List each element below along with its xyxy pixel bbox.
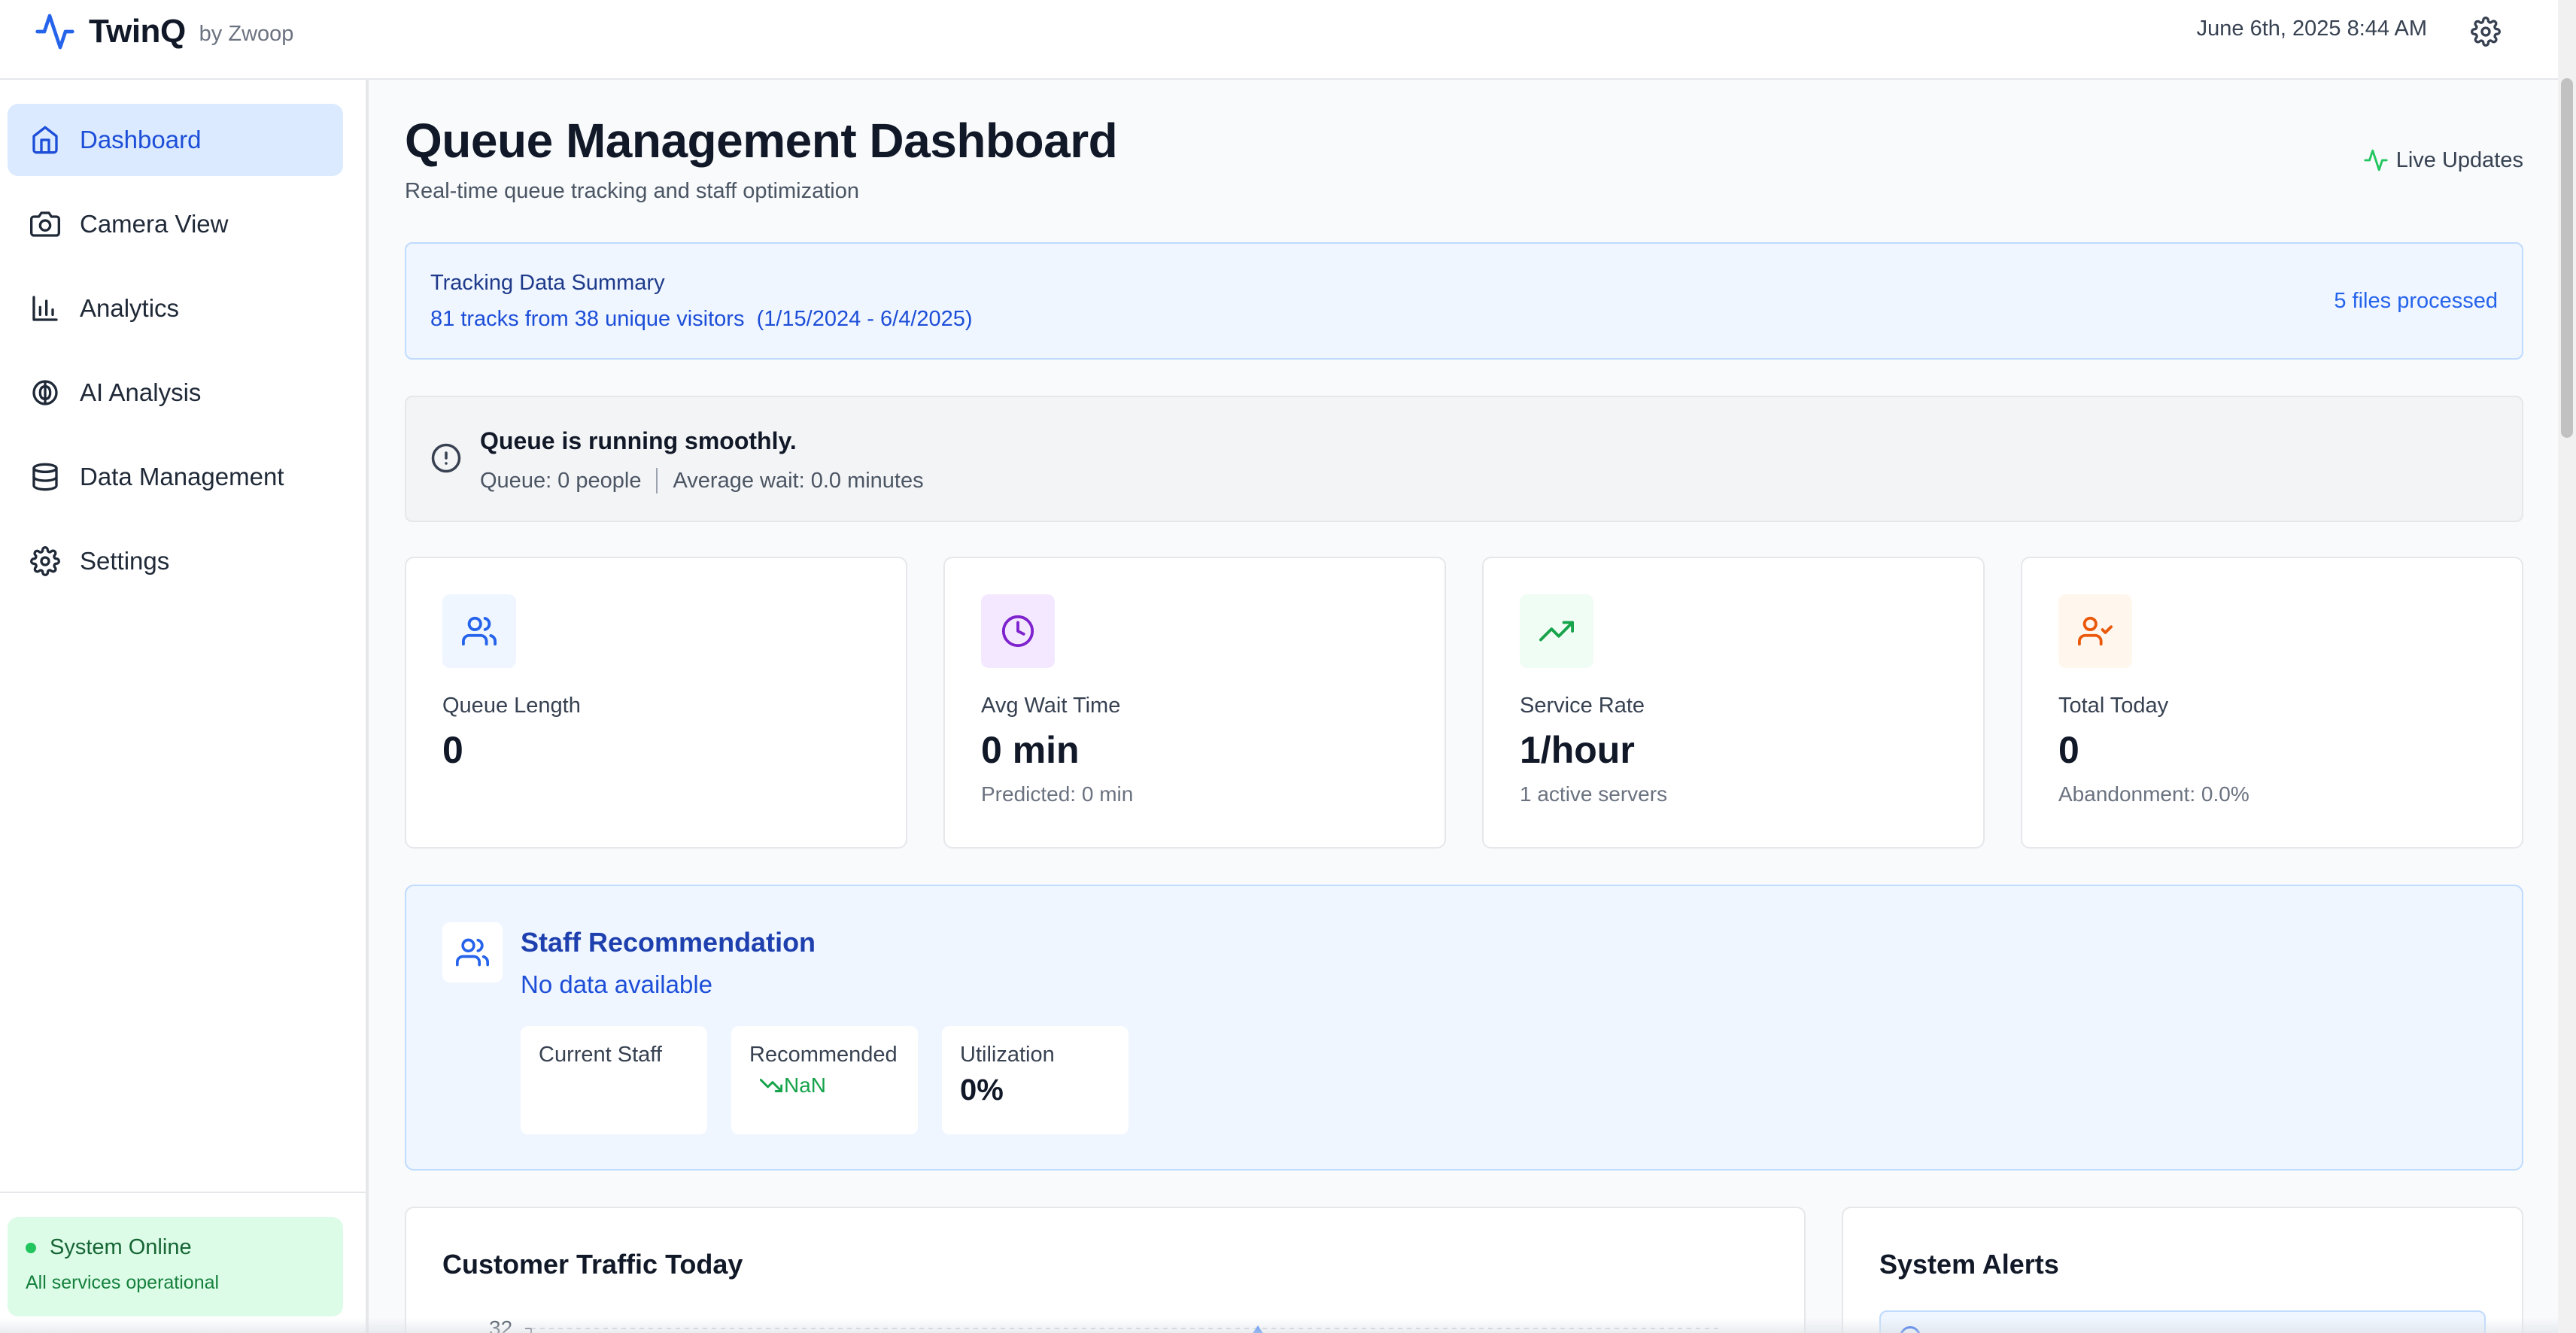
tracking-summary-banner: Tracking Data Summary 81 tracks from 38 … [405, 242, 2523, 360]
customer-traffic-card: Customer Traffic Today 32 [405, 1207, 1806, 1333]
status-online-dot-icon [26, 1242, 36, 1253]
sidebar-divider [0, 1192, 366, 1193]
tracking-summary-text: 81 tracks from 38 unique visitors (1/15/… [430, 307, 973, 331]
system-alerts-title: System Alerts [1879, 1249, 2059, 1280]
trending-up-icon [1539, 621, 1574, 642]
system-status-card: System Online All services operational [8, 1217, 343, 1316]
sidebar-item-dashboard[interactable]: Dashboard [8, 104, 343, 176]
tracking-summary-title: Tracking Data Summary [430, 271, 665, 295]
queue-status-detail: Queue: 0 people Average wait: 0.0 minute… [480, 468, 924, 493]
recommended-staff-trend: NaN [760, 1073, 900, 1098]
clock-icon [1001, 615, 1034, 648]
app-root: TwinQ by Zwoop June 6th, 2025 8:44 AM Da… [0, 0, 2576, 1333]
staff-recommendation-card: Staff Recommendation No data available C… [405, 885, 2523, 1171]
system-status-title: System Online [26, 1235, 325, 1260]
metric-icon-box [1520, 594, 1593, 668]
traffic-chart [525, 1325, 1723, 1333]
queue-status-title: Queue is running smoothly. [480, 427, 797, 454]
metric-value: 1/hour [1520, 729, 1635, 771]
sidebar-item-label: Camera View [80, 210, 229, 238]
sidebar-item-label: AI Analysis [80, 378, 202, 406]
alert-circle-icon [431, 443, 461, 473]
sidebar: Dashboard Camera View Analytics AI Analy… [0, 80, 369, 1333]
users-icon [456, 938, 489, 967]
app-byline: by Zwoop [199, 21, 294, 46]
current-staff-box: Current Staff [521, 1026, 707, 1134]
system-alerts-card: System Alerts [1842, 1207, 2523, 1333]
metric-label: Avg Wait Time [981, 694, 1121, 718]
users-icon [462, 616, 497, 646]
current-datetime: June 6th, 2025 8:44 AM [2196, 17, 2427, 41]
metric-icon-box [442, 594, 516, 668]
metric-label: Total Today [2058, 694, 2169, 718]
staff-recommendation-title: Staff Recommendation [521, 927, 816, 958]
metric-value: 0 min [981, 729, 1080, 771]
activity-icon [2364, 149, 2388, 172]
sidebar-item-camera-view[interactable]: Camera View [8, 188, 343, 260]
bar-chart-icon [32, 296, 58, 321]
recommended-staff-box: Recommended NaN [731, 1026, 918, 1134]
metric-card-avg-wait-time: Avg Wait Time 0 min Predicted: 0 min [943, 557, 1446, 849]
metric-card-queue-length: Queue Length 0 [405, 557, 907, 849]
top-bar: TwinQ by Zwoop June 6th, 2025 8:44 AM [0, 0, 2558, 80]
files-processed-count: 5 files processed [2334, 289, 2498, 313]
staff-icon-box [442, 922, 503, 982]
sidebar-item-label: Settings [80, 547, 170, 575]
metric-subtext: Predicted: 0 min [981, 782, 1134, 806]
page-title: Queue Management Dashboard [405, 114, 1118, 168]
staff-recommendation-status: No data available [521, 970, 713, 998]
metric-icon-box [2058, 594, 2132, 668]
live-updates-indicator: Live Updates [2363, 147, 2523, 173]
metric-label: Queue Length [442, 694, 581, 718]
brand[interactable]: TwinQ by Zwoop [32, 9, 293, 54]
alert-item [1879, 1310, 2486, 1333]
camera-icon [30, 211, 60, 237]
activity-logo-icon [35, 14, 74, 50]
page-subtitle: Real-time queue tracking and staff optim… [405, 179, 859, 203]
sidebar-item-label: Dashboard [80, 126, 202, 153]
recommended-staff-label: Recommended [749, 1043, 898, 1067]
user-check-icon [2078, 616, 2113, 646]
page-scrollbar[interactable] [2558, 0, 2576, 1333]
current-staff-label: Current Staff [539, 1043, 662, 1067]
brain-icon [32, 380, 58, 405]
metric-subtext: Abandonment: 0.0% [2058, 782, 2249, 806]
database-icon [32, 463, 58, 491]
gear-icon [2471, 17, 2501, 47]
sidebar-item-label: Data Management [80, 463, 284, 490]
sidebar-item-settings[interactable]: Settings [8, 525, 343, 597]
settings-button[interactable] [2469, 15, 2502, 48]
scrollbar-thumb[interactable] [2561, 78, 2573, 438]
sidebar-item-analytics[interactable]: Analytics [8, 272, 343, 345]
sidebar-item-label: Analytics [80, 294, 180, 322]
system-status-subtitle: All services operational [26, 1272, 220, 1293]
metric-label: Service Rate [1520, 694, 1645, 718]
recommended-staff-value: NaN [784, 1073, 827, 1097]
trending-down-icon [760, 1079, 782, 1092]
metric-card-total-today: Total Today 0 Abandonment: 0.0% [2021, 557, 2523, 849]
sidebar-item-data-management[interactable]: Data Management [8, 441, 343, 513]
queue-status-alert: Queue is running smoothly. Queue: 0 peop… [405, 396, 2523, 522]
average-wait-text: Average wait: 0.0 minutes [673, 468, 924, 493]
metric-icon-box [981, 594, 1055, 668]
utilization-label: Utilization [960, 1043, 1055, 1067]
utilization-value: 0% [960, 1073, 1004, 1107]
sidebar-item-ai-analysis[interactable]: AI Analysis [8, 357, 343, 429]
app-name: TwinQ [89, 13, 186, 50]
system-status-label: System Online [50, 1235, 192, 1259]
utilization-box: Utilization 0% [942, 1026, 1129, 1134]
home-icon [32, 126, 58, 154]
live-updates-label: Live Updates [2395, 147, 2523, 172]
divider [656, 468, 658, 493]
queue-count-text: Queue: 0 people [480, 468, 642, 493]
metric-value: 0 [2058, 729, 2079, 771]
info-icon [1900, 1326, 1921, 1333]
gear-icon [30, 546, 60, 576]
metric-card-service-rate: Service Rate 1/hour 1 active servers [1482, 557, 1985, 849]
metric-value: 0 [442, 729, 463, 771]
metric-subtext: 1 active servers [1520, 782, 1668, 806]
